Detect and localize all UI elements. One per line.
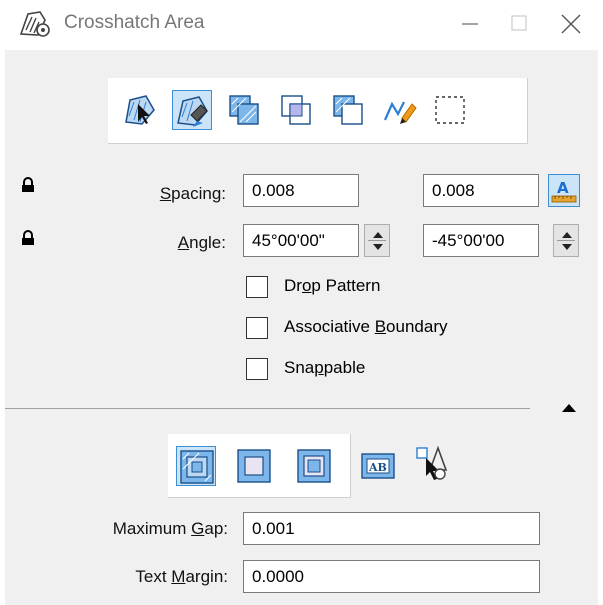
associative-boundary-checkbox[interactable]: [246, 317, 268, 339]
outer-hatch-icon: [237, 449, 271, 483]
angle-2-spinner[interactable]: [553, 224, 579, 257]
alternating-hatch-icon: [297, 449, 331, 483]
max-gap-field[interactable]: 0.001: [243, 512, 540, 545]
spin-down-icon[interactable]: [562, 244, 572, 250]
angle-field-1[interactable]: 45°00'00": [243, 224, 359, 257]
minimize-icon: [462, 23, 478, 25]
drop-pattern-checkbox[interactable]: [246, 276, 268, 298]
spin-up-icon[interactable]: [562, 232, 572, 238]
section-divider: [5, 408, 530, 409]
spacing-lock-icon[interactable]: [21, 177, 35, 193]
collapse-arrow-icon[interactable]: [562, 404, 576, 412]
alternating-button[interactable]: [294, 446, 334, 486]
difference-mode-icon: [333, 95, 363, 125]
crosshatch-app-icon: [19, 11, 50, 37]
maximize-button: [494, 6, 544, 42]
flood-mode-icon: [177, 96, 208, 127]
spacing-field-1[interactable]: 0.008: [243, 174, 359, 207]
angle-label: Angle:: [177, 233, 226, 252]
flood-mode-button[interactable]: [172, 90, 212, 130]
spin-up-icon[interactable]: [373, 232, 383, 238]
spacing-field-2[interactable]: 0.008: [423, 174, 539, 207]
close-button[interactable]: [546, 6, 596, 42]
points-mode-icon: [383, 101, 417, 124]
outer-inner-button[interactable]: [176, 446, 216, 486]
fence-mode-button[interactable]: [430, 90, 470, 130]
locate-interior-button[interactable]: [412, 444, 452, 484]
max-gap-label: Maximum Gap:: [112, 519, 228, 538]
close-icon: [561, 14, 581, 34]
maximize-icon: [511, 15, 527, 31]
window-title: Crosshatch Area: [64, 12, 205, 33]
outer-button[interactable]: [234, 446, 274, 486]
associative-boundary-label: Associative Boundary: [284, 317, 448, 336]
intersection-mode-icon: [281, 95, 311, 125]
text-hatch-button[interactable]: AB: [358, 446, 398, 486]
text-margin-field[interactable]: 0.0000: [243, 560, 540, 593]
svg-text:A: A: [557, 179, 569, 197]
text-margin-label: Text Margin:: [135, 567, 228, 586]
difference-mode-button[interactable]: [328, 90, 368, 130]
title-bar: Crosshatch Area: [0, 0, 603, 50]
locate-interior-icon: [416, 445, 448, 480]
minimize-button[interactable]: [444, 6, 494, 42]
svg-text:AB: AB: [368, 461, 387, 474]
snappable-checkbox[interactable]: [246, 358, 268, 380]
snappable-label: Snappable: [284, 358, 366, 377]
annotation-scale-button[interactable]: A: [548, 174, 580, 207]
angle-lock-icon[interactable]: [21, 230, 35, 246]
spin-down-icon[interactable]: [373, 244, 383, 250]
annotation-scale-icon: A: [551, 179, 577, 203]
angle-field-2[interactable]: -45°00'00: [423, 224, 539, 257]
spacing-label: Spacing:: [159, 184, 226, 203]
union-mode-icon: [229, 95, 259, 125]
element-mode-icon: [125, 95, 155, 125]
drop-pattern-label: Drop Pattern: [284, 276, 381, 295]
union-mode-button[interactable]: [224, 90, 264, 130]
element-mode-button[interactable]: [120, 90, 160, 130]
angle-1-spinner[interactable]: [364, 224, 390, 257]
intersection-mode-button[interactable]: [276, 90, 316, 130]
fence-mode-icon: [435, 96, 465, 124]
points-mode-button[interactable]: [380, 90, 420, 130]
text-hatch-icon: AB: [361, 453, 395, 479]
nested-hatch-icon: [180, 450, 214, 484]
